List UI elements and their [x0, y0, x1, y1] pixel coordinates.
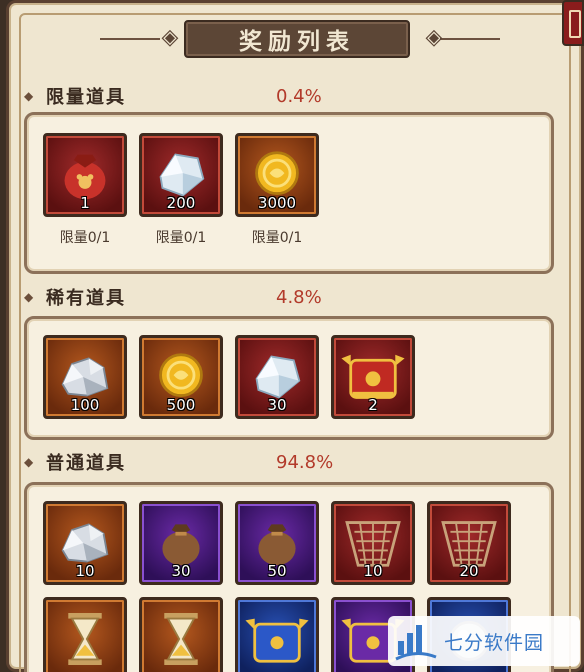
- title-ornament-right-icon: ◈: [425, 25, 443, 50]
- section-rate: 94.8%: [276, 451, 334, 473]
- reward-item-tile[interactable]: [139, 597, 223, 672]
- section-box-rare: 100 500 30 2: [24, 316, 554, 440]
- item-limit-label: 限量0/1: [155, 230, 207, 246]
- page-title: 奖励列表: [184, 20, 410, 58]
- section-rate: 4.8%: [276, 286, 322, 308]
- close-tab-button[interactable]: [562, 0, 584, 46]
- title-ornament-left-icon: ◈: [161, 25, 179, 50]
- section-title: 限量道具: [46, 87, 126, 108]
- reward-item-tile[interactable]: [43, 597, 127, 672]
- reward-item-tile[interactable]: 50: [235, 501, 319, 585]
- item-quantity: 1: [80, 194, 90, 212]
- diamond-bullet-icon: ◆: [24, 89, 34, 103]
- reward-item-tile[interactable]: [235, 597, 319, 672]
- watermark: 七分软件园: [388, 616, 580, 666]
- reward-item-tile[interactable]: 2: [331, 335, 415, 419]
- diamond-bullet-icon: ◆: [24, 290, 34, 304]
- hourglass-icon: [164, 613, 198, 665]
- hourglass-icon: [68, 613, 102, 665]
- item-quantity: 30: [267, 396, 287, 414]
- reward-item-tile[interactable]: 10: [331, 501, 415, 585]
- title-line-right: [440, 38, 500, 40]
- reward-item-tile[interactable]: 100: [43, 335, 127, 419]
- section-header-limited: ◆ 限量道具 0.4%: [24, 82, 322, 110]
- reward-item-tile[interactable]: 3000: [235, 133, 319, 217]
- title-line-left: [100, 38, 160, 40]
- section-header-rare: ◆ 稀有道具 4.8%: [24, 283, 322, 311]
- item-quantity: 2: [368, 396, 378, 414]
- reward-item-tile[interactable]: 10: [43, 501, 127, 585]
- reward-item-tile[interactable]: 30: [235, 335, 319, 419]
- item-limit-label: 限量0/1: [59, 230, 111, 246]
- reward-item-tile[interactable]: 500: [139, 335, 223, 419]
- section-header-common: ◆ 普通道具 94.8%: [24, 448, 333, 476]
- item-quantity: 100: [70, 396, 100, 414]
- item-limit-label: 限量0/1: [251, 230, 303, 246]
- section-title: 普通道具: [46, 453, 126, 474]
- item-quantity: 50: [267, 562, 287, 580]
- item-quantity: 200: [166, 194, 196, 212]
- blue-armor-icon: [245, 618, 309, 663]
- section-rate: 0.4%: [276, 85, 322, 107]
- watermark-text: 七分软件园: [444, 631, 545, 654]
- section-box-limited: 1 限量0/1 200 限量0/1 3000 限量0/1: [24, 112, 554, 274]
- section-title: 稀有道具: [46, 288, 126, 309]
- item-quantity: 3000: [257, 194, 297, 212]
- watermark-logo-icon: [395, 625, 437, 661]
- diamond-bullet-icon: ◆: [24, 455, 34, 469]
- item-quantity: 30: [171, 562, 191, 580]
- reward-item-tile[interactable]: 200: [139, 133, 223, 217]
- reward-item-tile[interactable]: 30: [139, 501, 223, 585]
- item-quantity: 10: [363, 562, 383, 580]
- reward-item-tile[interactable]: 20: [427, 501, 511, 585]
- reward-item-tile[interactable]: 1: [43, 133, 127, 217]
- item-quantity: 500: [166, 396, 196, 414]
- item-quantity: 10: [75, 562, 95, 580]
- item-quantity: 20: [459, 562, 479, 580]
